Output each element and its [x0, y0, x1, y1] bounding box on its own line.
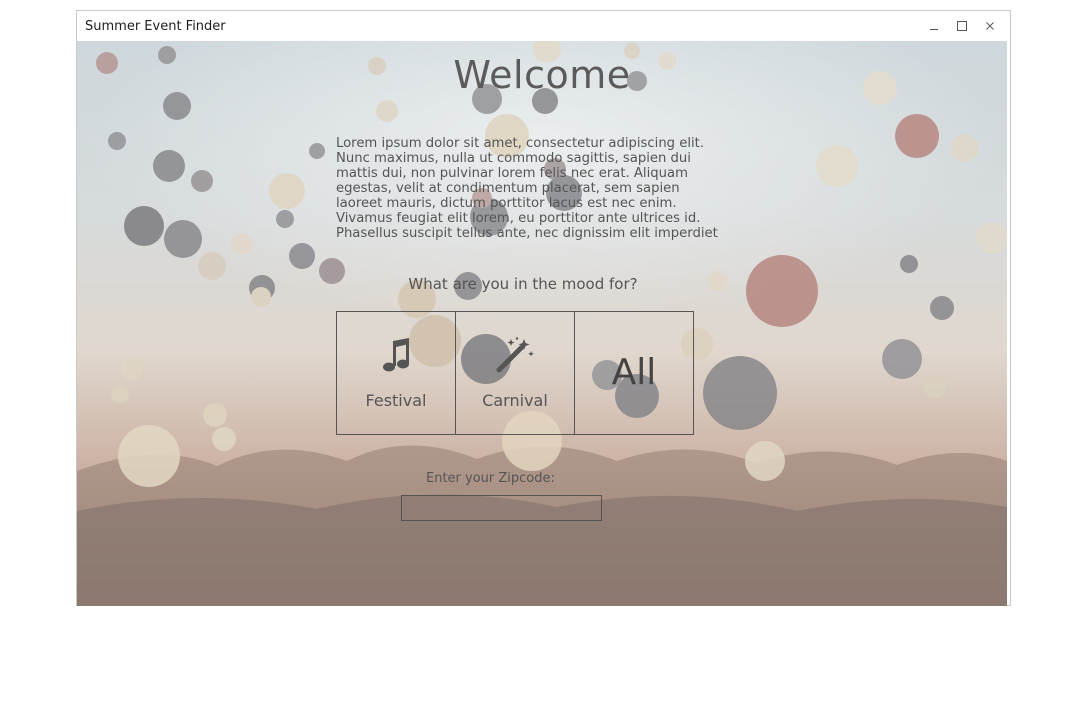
- music-note-icon: [337, 336, 455, 376]
- minimize-button[interactable]: [920, 11, 948, 41]
- window-controls: [920, 11, 1004, 41]
- zipcode-label: Enter your Zipcode:: [426, 471, 555, 486]
- mood-options: Festival Carnival All: [336, 311, 694, 435]
- page-title: Welcome: [453, 53, 631, 97]
- main-content: Welcome Lorem ipsum dolor sit amet, cons…: [77, 41, 1007, 606]
- carnival-label: Carnival: [482, 391, 548, 410]
- mood-prompt: What are you in the mood for?: [408, 275, 638, 293]
- close-icon: [986, 22, 994, 30]
- magic-wand-icon: [456, 336, 574, 376]
- maximize-button[interactable]: [948, 11, 976, 41]
- zipcode-input[interactable]: [401, 495, 602, 521]
- festival-option[interactable]: Festival: [336, 311, 456, 435]
- title-bar[interactable]: Summer Event Finder: [77, 11, 1010, 41]
- close-button[interactable]: [976, 11, 1004, 41]
- all-option[interactable]: All: [574, 311, 694, 435]
- all-label: All: [611, 352, 657, 393]
- carnival-option[interactable]: Carnival: [455, 311, 575, 435]
- minimize-icon: [930, 29, 938, 30]
- window-title: Summer Event Finder: [85, 18, 226, 34]
- intro-text: Lorem ipsum dolor sit amet, consectetur …: [336, 136, 718, 240]
- app-window: Summer Event Finder Welcome Lorem ipsum …: [76, 10, 1011, 606]
- maximize-icon: [957, 21, 967, 31]
- festival-label: Festival: [365, 391, 427, 410]
